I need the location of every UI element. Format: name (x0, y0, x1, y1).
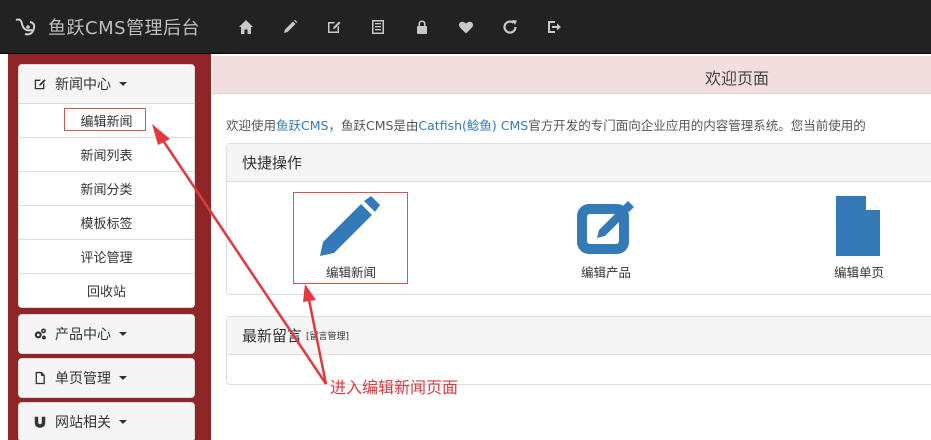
nav-pencil-button[interactable] (268, 0, 312, 54)
brand[interactable]: 鱼跃CMS管理后台 (12, 0, 200, 54)
file-icon (35, 371, 45, 385)
sidebar-group-label: 产品中心 (55, 327, 111, 343)
sidebar-item-news-category[interactable]: 新闻分类 (19, 171, 194, 205)
home-icon (239, 20, 253, 34)
brand-title: 鱼跃CMS管理后台 (48, 18, 201, 39)
sidebar-group-pages[interactable]: 单页管理 (18, 358, 195, 398)
welcome-text-part: 欢迎使用 (226, 118, 277, 133)
top-navbar: 鱼跃CMS管理后台 (0, 0, 931, 54)
nav-heart-button[interactable] (444, 0, 488, 54)
sidebar-group-news-toggle[interactable]: 新闻中心 (19, 65, 194, 103)
logout-icon (548, 21, 561, 33)
nav-lock-button[interactable] (400, 0, 444, 54)
latest-messages-header: 最新留言 [留言管理] (227, 317, 931, 355)
quick-actions-title: 快捷操作 (227, 144, 931, 182)
nav-logout-button[interactable] (532, 0, 576, 54)
annotation-callout: 进入编辑新闻页面 (330, 378, 459, 397)
message-manage-link[interactable]: [留言管理] (306, 329, 349, 342)
sidebar-item-comments[interactable]: 评论管理 (19, 239, 194, 273)
latest-messages-title: 最新留言 (242, 327, 303, 345)
nav-home-button[interactable] (224, 0, 268, 54)
cogs-icon (34, 328, 46, 340)
quick-edit-page-label: 编辑单页 (833, 265, 884, 280)
welcome-text-part: 官方开发的专门面向企业应用的内容管理系统。您当前使用的 (528, 118, 866, 133)
sidebar-group-label: 单页管理 (55, 371, 111, 387)
caret-down-icon (119, 82, 127, 86)
main-header: 欢迎页面 (212, 56, 931, 94)
quick-edit-page[interactable]: 编辑单页 (804, 196, 914, 281)
highlight-box-quick (293, 192, 408, 284)
caret-down-icon (119, 420, 127, 424)
edit-icon (328, 21, 341, 33)
highlight-box-sidebar (64, 108, 146, 131)
sidebar-item-recycle-bin[interactable]: 回收站 (19, 273, 194, 307)
nav-refresh-button[interactable] (488, 0, 532, 54)
sidebar-group-label: 网站相关 (55, 415, 111, 431)
sidebar-item-template-tags[interactable]: 模板标签 (19, 205, 194, 239)
sidebar-group-site[interactable]: 网站相关 (18, 402, 195, 440)
sidebar-group-products[interactable]: 产品中心 (18, 314, 195, 354)
page-title: 欢迎页面 (704, 69, 769, 88)
logo-icon (15, 18, 36, 36)
edit-icon (34, 79, 46, 90)
nav-icon-bar (224, 0, 576, 54)
sidebar-group-news: 新闻中心 编辑新闻 新闻列表 新闻分类 模板标签 评论管理 回收站 (18, 64, 195, 308)
sidebar-group-label: 新闻中心 (55, 77, 111, 93)
file-icon (836, 196, 880, 256)
sidebar-news-submenu: 编辑新闻 新闻列表 新闻分类 模板标签 评论管理 回收站 (19, 103, 194, 307)
quick-edit-product[interactable]: 编辑产品 (551, 196, 661, 281)
caret-down-icon (119, 376, 127, 380)
nav-list-button[interactable] (356, 0, 400, 54)
quick-edit-product-label: 编辑产品 (580, 265, 631, 280)
sidebar-group-pages-toggle[interactable]: 单页管理 (19, 359, 194, 397)
page: 鱼跃CMS管理后台 新闻中心 编辑新闻 新闻列表 新闻分类 模板标签 评论管理 … (0, 0, 931, 440)
sidebar-item-news-list[interactable]: 新闻列表 (19, 137, 194, 171)
magnet-icon (34, 416, 46, 428)
list-alt-icon (372, 20, 384, 34)
nav-edit-button[interactable] (312, 0, 356, 54)
welcome-text-part: ，鱼跃CMS是由 (328, 118, 419, 133)
edit-icon (577, 201, 634, 254)
lock-icon (417, 20, 427, 34)
heart-icon (459, 21, 473, 34)
sidebar-group-site-toggle[interactable]: 网站相关 (19, 403, 194, 440)
caret-down-icon (119, 332, 127, 336)
refresh-icon (503, 20, 517, 34)
welcome-text: 欢迎使用鱼跃CMS，鱼跃CMS是由Catfish(鲶鱼) CMS官方开发的专门面… (226, 115, 931, 134)
sidebar-group-products-toggle[interactable]: 产品中心 (19, 315, 194, 353)
link-yuyue-cms[interactable]: 鱼跃CMS (276, 118, 328, 133)
pencil-icon (284, 19, 298, 33)
link-catfish-cms[interactable]: Catfish(鲶鱼) CMS (418, 118, 528, 133)
